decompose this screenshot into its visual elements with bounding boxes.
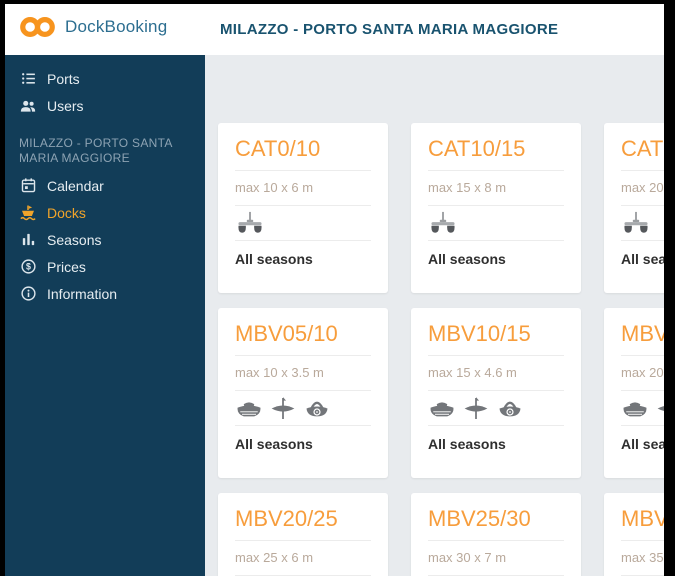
catamaran-icon — [235, 211, 265, 235]
dock-name: MBV10/15 — [428, 321, 531, 346]
sidebar-item-seasons[interactable]: Seasons — [0, 226, 205, 253]
motorboat-icon — [621, 397, 649, 420]
sidebar-item-label: Calendar — [47, 177, 104, 194]
sidebar-item-label: Seasons — [47, 231, 102, 248]
dock-max-size: max 30 x 7 m — [428, 550, 507, 565]
calendar-icon — [19, 177, 37, 195]
dock-card-grid: CAT0/10 max 10 x 6 m All seasons CAT10/1… — [218, 123, 675, 576]
dock-card-mbv25-30[interactable]: MBV25/30 max 30 x 7 m All seasons — [411, 493, 581, 576]
app-name: DockBooking — [65, 17, 168, 36]
dock-name: MBV05/10 — [235, 321, 338, 346]
dock-seasons: All seasons — [428, 251, 506, 267]
dock-max-size: max 25 x 6 m — [235, 550, 314, 565]
catamaran-icon — [621, 211, 651, 235]
infinity-logo-icon — [19, 15, 56, 39]
dock-card-cat10-15[interactable]: CAT10/15 max 15 x 8 m All seasons — [411, 123, 581, 293]
app-window: DockBooking MILAZZO - PORTO SANTA MARIA … — [0, 0, 675, 576]
dock-name: MBV20/25 — [235, 506, 338, 531]
dock-max-size: max 10 x 3.5 m — [235, 365, 324, 380]
sidebar-item-prices[interactable]: Prices — [0, 253, 205, 280]
dock-max-size: max 15 x 8 m — [428, 180, 507, 195]
boat-icon — [19, 204, 37, 222]
dock-seasons: All seasons — [235, 436, 313, 452]
info-circle-icon — [19, 285, 37, 303]
dock-card-mbv10-15[interactable]: MBV10/15 max 15 x 4.6 m All seasons — [411, 308, 581, 478]
console-boat-icon — [303, 397, 331, 420]
sidebar-section-label: MILAZZO - PORTO SANTA MARIA MAGGIORE — [19, 136, 172, 165]
sidebar-item-label: Information — [47, 285, 118, 302]
page-title: MILAZZO - PORTO SANTA MARIA MAGGIORE — [220, 21, 559, 38]
frame-border-right — [664, 0, 675, 576]
motorboat-icon — [235, 397, 263, 420]
users-icon — [19, 97, 37, 115]
boat-type-icons — [235, 206, 371, 240]
boat-type-icons — [428, 391, 564, 425]
sidebar-item-label: Docks — [47, 204, 86, 221]
sidebar: Ports Users MILAZZO - PORTO SANTA MARIA … — [0, 55, 205, 576]
dock-seasons: All seasons — [428, 436, 506, 452]
console-boat-icon — [496, 397, 524, 420]
boat-type-icons — [235, 391, 371, 425]
main-content: CAT0/10 max 10 x 6 m All seasons CAT10/1… — [205, 55, 675, 576]
dock-card-cat0-10[interactable]: CAT0/10 max 10 x 6 m All seasons — [218, 123, 388, 293]
sailboat-icon — [462, 397, 490, 420]
dollar-circle-icon — [19, 258, 37, 276]
frame-border-left — [0, 0, 5, 576]
app-logo[interactable]: DockBooking — [19, 15, 167, 39]
dock-name: MBV25/30 — [428, 506, 531, 531]
frame-border-top — [0, 0, 675, 4]
sidebar-item-label: Users — [47, 97, 84, 114]
motorboat-icon — [428, 397, 456, 420]
sidebar-item-docks[interactable]: Docks — [0, 199, 205, 226]
boat-type-icons — [428, 206, 564, 240]
header: DockBooking MILAZZO - PORTO SANTA MARIA … — [0, 4, 675, 55]
dock-card-mbv05-10[interactable]: MBV05/10 max 10 x 3.5 m All seasons — [218, 308, 388, 478]
sidebar-item-label: Prices — [47, 258, 86, 275]
dock-card-mbv20-25[interactable]: MBV20/25 max 25 x 6 m All seasons — [218, 493, 388, 576]
dock-name: CAT10/15 — [428, 136, 526, 161]
list-icon — [19, 70, 37, 88]
dock-seasons: All seasons — [235, 251, 313, 267]
sidebar-item-calendar[interactable]: Calendar — [0, 172, 205, 199]
dock-name: CAT0/10 — [235, 136, 321, 161]
sidebar-item-users[interactable]: Users — [0, 92, 205, 119]
bar-chart-icon — [19, 231, 37, 249]
sidebar-item-ports[interactable]: Ports — [0, 65, 205, 92]
sidebar-item-information[interactable]: Information — [0, 280, 205, 307]
catamaran-icon — [428, 211, 458, 235]
sailboat-icon — [269, 397, 297, 420]
dock-max-size: max 10 x 6 m — [235, 180, 314, 195]
sidebar-item-label: Ports — [47, 70, 80, 87]
dock-max-size: max 15 x 4.6 m — [428, 365, 517, 380]
